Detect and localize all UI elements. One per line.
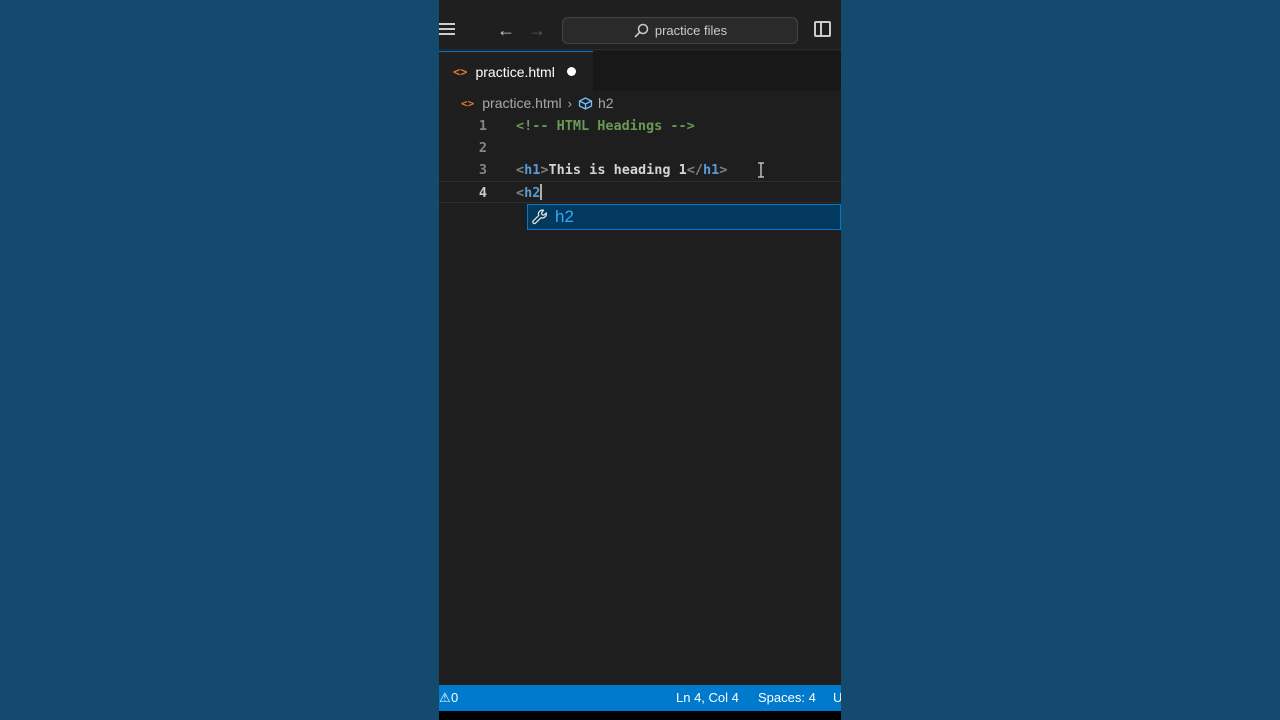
code-line-current[interactable]: 4 <h2: [439, 181, 841, 203]
status-bar: ⚠ 0 Ln 4, Col 4 Spaces: 4 U: [439, 685, 841, 711]
tab-practice-html[interactable]: <> practice.html: [439, 51, 593, 91]
warning-icon[interactable]: ⚠: [439, 685, 451, 711]
vscode-window: ← → practice files <> practice.html <> p…: [439, 0, 841, 720]
line-number: 2: [478, 140, 487, 156]
toggle-sidebar-icon[interactable]: [814, 21, 831, 37]
html-file-icon: <>: [453, 64, 468, 79]
text-caret: [540, 184, 543, 200]
menu-icon[interactable]: [439, 23, 455, 37]
command-center-label: practice files: [654, 23, 728, 38]
line-text: <h2: [516, 182, 543, 204]
breadcrumb-file[interactable]: practice.html: [482, 95, 561, 111]
command-center-search[interactable]: practice files: [562, 17, 798, 44]
breadcrumb: <> practice.html › h2: [439, 92, 841, 114]
line-text-tokens: <h2: [516, 185, 541, 201]
symbol-element-icon: [578, 96, 593, 110]
line-text: <h1>This is heading 1</h1>: [516, 162, 728, 178]
arrow-left-icon[interactable]: ←: [497, 19, 515, 41]
line-text: <!-- HTML Headings -->: [516, 118, 695, 134]
code-line[interactable]: 2: [439, 137, 841, 159]
line-number: 4: [478, 185, 487, 201]
line-number: 1: [478, 118, 487, 134]
tab-label: practice.html: [475, 63, 555, 80]
html-file-icon: <>: [461, 96, 475, 110]
encoding[interactable]: U: [833, 685, 841, 711]
problems-count[interactable]: 0: [451, 685, 458, 711]
code-editor[interactable]: 1 <!-- HTML Headings --> 2 3 <h1>This is…: [439, 115, 841, 203]
tab-bar: <> practice.html: [439, 51, 841, 91]
search-icon: [634, 23, 649, 38]
bottom-strip: [439, 711, 841, 720]
chevron-right-icon: ›: [567, 95, 572, 111]
cursor-position[interactable]: Ln 4, Col 4: [676, 685, 739, 711]
unsaved-dot-icon[interactable]: [566, 67, 576, 76]
indentation[interactable]: Spaces: 4: [758, 685, 816, 711]
suggestion-label: h2: [555, 207, 574, 226]
breadcrumb-symbol[interactable]: h2: [598, 95, 614, 111]
suggestion-item[interactable]: h2: [527, 204, 841, 230]
arrow-right-icon[interactable]: →: [528, 19, 546, 41]
code-line[interactable]: 3 <h1>This is heading 1</h1>: [439, 159, 841, 181]
title-bar: ← → practice files: [439, 0, 841, 50]
wrench-icon: [532, 209, 547, 225]
line-number: 3: [478, 162, 487, 178]
code-line[interactable]: 1 <!-- HTML Headings -->: [439, 115, 841, 137]
text-cursor-ibeam-icon: [758, 162, 764, 178]
